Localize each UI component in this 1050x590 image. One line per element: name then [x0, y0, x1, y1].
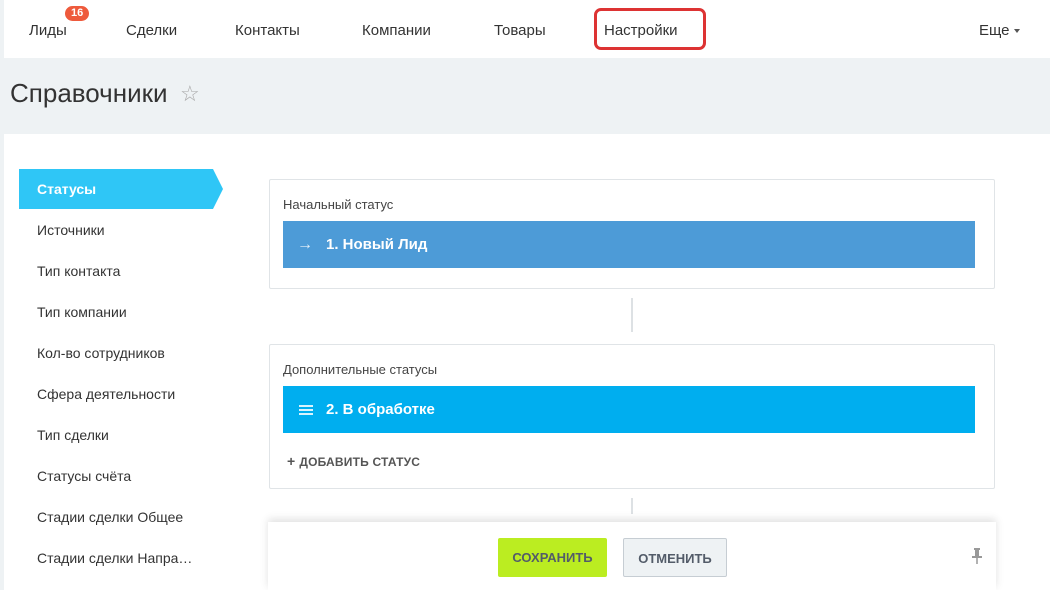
sidebar-item-industry[interactable]: Сфера деятельности [19, 374, 229, 414]
status-label: 2. В обработке [326, 401, 435, 418]
nav-leads[interactable]: Лиды [29, 0, 67, 58]
drag-handle-icon[interactable] [299, 405, 313, 415]
status-new-lead[interactable]: → 1. Новый Лид [283, 221, 975, 268]
sidebar-item-company-type[interactable]: Тип компании [19, 292, 229, 332]
nav-more-label: Еще [979, 22, 1010, 39]
sidebar-item-deal-stages-direction[interactable]: Стадии сделки Напра… [19, 538, 229, 578]
arrow-right-icon: → [297, 236, 313, 253]
status-in-progress[interactable]: 2. В обработке [283, 386, 975, 433]
connector-line [631, 298, 633, 332]
sidebar-item-statuses[interactable]: Статусы [19, 169, 223, 209]
add-status-label: ДОБАВИТЬ СТАТУС [299, 455, 421, 469]
cancel-button[interactable]: ОТМЕНИТЬ [623, 538, 727, 577]
sidebar-item-employees[interactable]: Кол-во сотрудников [19, 333, 229, 373]
action-bar: СОХРАНИТЬ ОТМЕНИТЬ [268, 522, 996, 590]
sidebar-item-sources[interactable]: Источники [19, 210, 229, 250]
leads-count-badge: 16 [65, 6, 90, 21]
pin-icon[interactable] [972, 548, 982, 567]
nav-leads-label: Лиды [29, 22, 67, 39]
connector-line [631, 498, 633, 514]
star-icon[interactable]: ☆ [180, 81, 200, 107]
nav-more[interactable]: Еще [979, 0, 1020, 58]
page-title: Справочники [10, 78, 168, 108]
add-status-button[interactable]: + ДОБАВИТЬ СТАТУС [287, 453, 420, 469]
sidebar-item-deal-type[interactable]: Тип сделки [19, 415, 229, 455]
nav-deals[interactable]: Сделки [126, 0, 177, 58]
sidebar-item-contact-type[interactable]: Тип контакта [19, 251, 229, 291]
status-label: 1. Новый Лид [326, 236, 428, 253]
nav-companies[interactable]: Компании [362, 0, 431, 58]
nav-products[interactable]: Товары [494, 0, 546, 58]
top-nav: Лиды 16 Сделки Контакты Компании Товары … [4, 0, 1050, 58]
pin-icon-glyph [972, 548, 982, 564]
initial-status-caption: Начальный статус [283, 197, 394, 212]
plus-icon: + [287, 453, 296, 469]
additional-statuses-panel: Дополнительные статусы 2. В обработке + Д… [269, 344, 995, 489]
sidebar-item-deal-stages-general[interactable]: Стадии сделки Общее [19, 497, 229, 537]
save-button[interactable]: СОХРАНИТЬ [498, 538, 607, 577]
nav-settings[interactable]: Настройки [604, 0, 678, 58]
additional-statuses-caption: Дополнительные статусы [283, 362, 438, 377]
page-header: Справочники ☆ [4, 58, 1050, 134]
main-content: Статусы Источники Тип контакта Тип компа… [4, 134, 1050, 590]
sidebar-item-invoice-statuses[interactable]: Статусы счёта [19, 456, 229, 496]
chevron-down-icon [1013, 29, 1020, 34]
initial-status-panel: Начальный статус → 1. Новый Лид [269, 179, 995, 289]
nav-contacts[interactable]: Контакты [235, 0, 300, 58]
